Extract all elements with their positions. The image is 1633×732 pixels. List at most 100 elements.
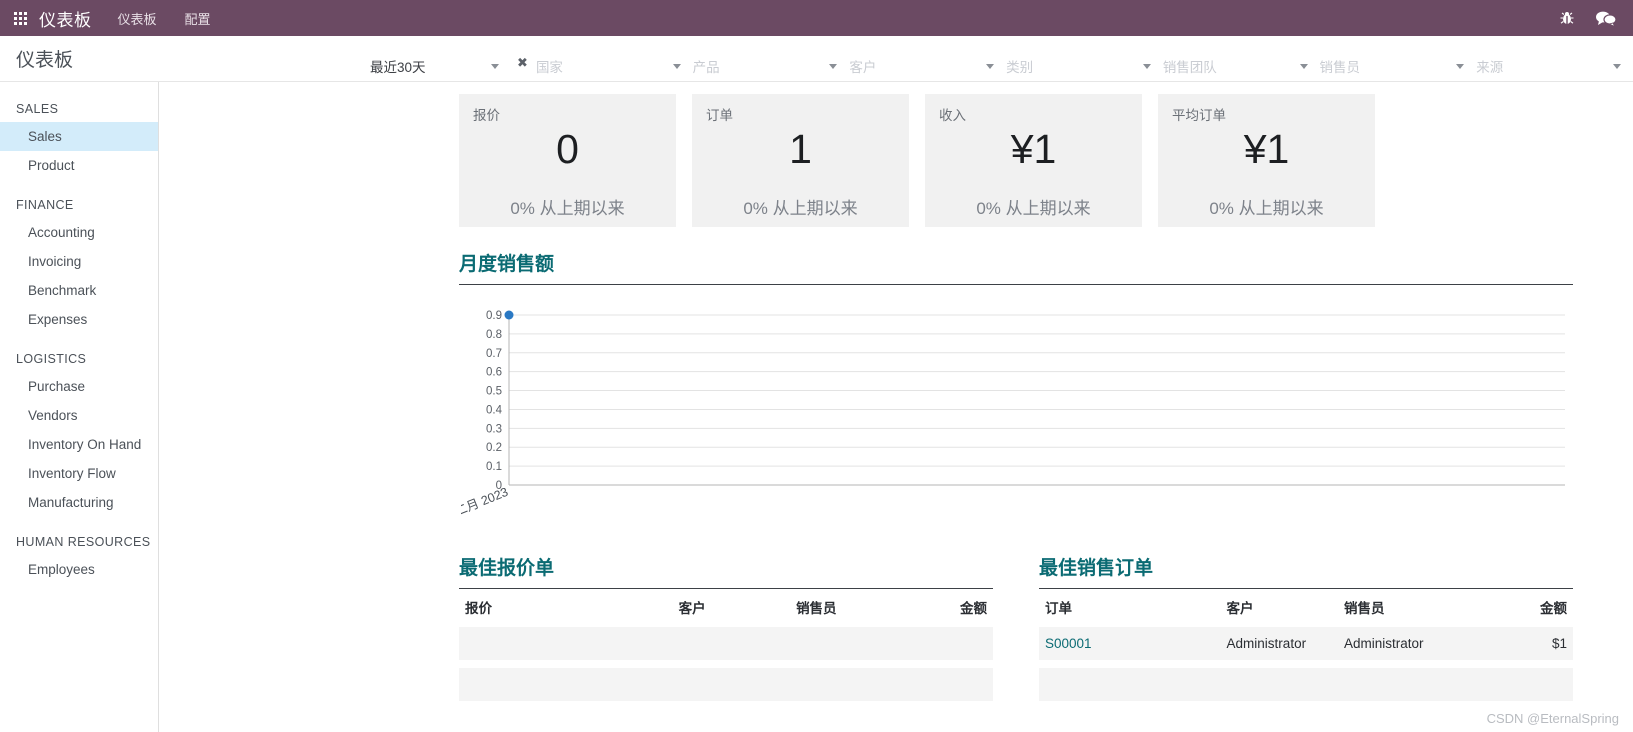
cell-salesperson: [1338, 668, 1488, 701]
table-row[interactable]: S00001 Administrator Administrator $1: [1039, 627, 1573, 660]
sidebar-item-benchmark[interactable]: Benchmark: [0, 276, 158, 305]
chart-section-rule: [459, 284, 1573, 285]
table-row[interactable]: [459, 668, 993, 701]
nav-item-dashboard[interactable]: 仪表板: [118, 9, 157, 28]
sidebar-divider: [0, 180, 158, 194]
sidebar-item-product[interactable]: Product: [0, 151, 158, 180]
chart-canvas[interactable]: 00.10.20.30.40.50.60.70.80.9二月 2023: [461, 301, 1571, 531]
sidebar-item-accounting[interactable]: Accounting: [0, 218, 158, 247]
sidebar-group-title-finance: FINANCE: [16, 198, 74, 212]
chevron-down-icon[interactable]: [986, 63, 995, 69]
svg-text:0.5: 0.5: [486, 386, 502, 398]
quotations-table-body: [459, 627, 993, 701]
filter-customer[interactable]: 客户: [849, 52, 995, 81]
filter-product-placeholder: 产品: [692, 60, 720, 75]
filter-salesperson[interactable]: 销售员: [1319, 52, 1465, 81]
apps-grid-icon[interactable]: [14, 11, 27, 25]
svg-text:0.9: 0.9: [486, 310, 502, 322]
col-quotation[interactable]: 报价: [459, 588, 673, 627]
col-order[interactable]: 订单: [1039, 588, 1221, 627]
table-row-spacer: [1039, 660, 1573, 668]
orders-table: 订单 客户 销售员 金额 S00001 Administrator Admini…: [1039, 588, 1573, 701]
sidebar-item-manufacturing[interactable]: Manufacturing: [0, 488, 158, 517]
sidebar-item-expenses[interactable]: Expenses: [0, 305, 158, 334]
filter-category[interactable]: 类别: [1006, 52, 1151, 81]
filter-sales-team[interactable]: 销售团队: [1162, 52, 1308, 81]
kpi-revenue-delta: 0% 从上期以来: [976, 199, 1091, 218]
svg-text:0.1: 0.1: [486, 461, 502, 473]
svg-text:0.7: 0.7: [486, 348, 502, 360]
kpi-quotations-label: 报价: [473, 108, 500, 123]
kpi-average-order[interactable]: 平均订单 ¥1 0% 从上期以来: [1158, 94, 1375, 227]
cell-amount: [907, 668, 993, 701]
kpi-average-order-delta: 0% 从上期以来: [1209, 199, 1324, 218]
chevron-down-icon[interactable]: [1456, 63, 1465, 69]
chevron-down-icon[interactable]: [491, 63, 500, 69]
col-salesperson[interactable]: 销售员: [790, 588, 908, 627]
col-customer[interactable]: 客户: [1220, 588, 1339, 627]
quotations-table: 报价 客户 销售员 金额: [459, 588, 993, 701]
chevron-down-icon[interactable]: [1612, 63, 1621, 69]
chevron-down-icon[interactable]: [1142, 63, 1151, 69]
chevron-down-icon[interactable]: [829, 63, 838, 69]
cell-customer: Administrator: [1220, 627, 1339, 660]
cell-salesperson: Administrator: [1338, 627, 1488, 660]
filter-source[interactable]: 来源: [1476, 52, 1621, 81]
sidebar: SALES Sales Product FINANCE Accounting I…: [0, 82, 159, 732]
monthly-sales-chart[interactable]: 0 0.1 0.2 0.3 0.4 0.5 0.6 0.7 0.8 0.9 二月 2023: [459, 301, 1573, 531]
kpi-revenue-value: ¥1: [1010, 126, 1057, 172]
sidebar-item-inventory-on-hand[interactable]: Inventory On Hand: [0, 430, 158, 459]
filter-customer-placeholder: 客户: [849, 60, 877, 75]
orders-table-title: 最佳销售订单: [1039, 558, 1154, 579]
kpi-quotations[interactable]: 报价 0 0% 从上期以来: [459, 94, 676, 227]
clear-date-filter-icon[interactable]: ✖: [517, 55, 528, 71]
sidebar-item-vendors[interactable]: Vendors: [0, 401, 158, 430]
nav-item-configuration[interactable]: 配置: [185, 9, 211, 28]
col-customer[interactable]: 客户: [672, 588, 791, 627]
kpi-row: 报价 0 0% 从上期以来 订单 1 0% 从上期以来 收入 ¥1 0% 从上期…: [159, 82, 1633, 227]
table-row[interactable]: [459, 627, 993, 660]
chevron-down-icon[interactable]: [672, 63, 681, 69]
filter-date-range[interactable]: 最近30天: [370, 52, 500, 81]
svg-text:二月 2023: 二月 2023: [461, 485, 510, 519]
tables-row: 最佳报价单 报价 客户 销售员 金额 最佳销售订单 订单 客户 销售员 金额 S…: [159, 531, 1633, 701]
cell-order[interactable]: S00001: [1039, 627, 1221, 660]
col-salesperson[interactable]: 销售员: [1338, 588, 1488, 627]
chevron-down-icon[interactable]: [1299, 63, 1308, 69]
brand-title[interactable]: 仪表板: [39, 6, 92, 31]
svg-text:0.6: 0.6: [486, 367, 502, 379]
orders-table-body: S00001 Administrator Administrator $1: [1039, 627, 1573, 701]
cell-quotation: [459, 627, 673, 660]
filter-category-placeholder: 类别: [1006, 60, 1034, 75]
filter-salesperson-placeholder: 销售员: [1319, 60, 1361, 75]
sidebar-item-invoicing[interactable]: Invoicing: [0, 247, 158, 276]
sidebar-item-purchase[interactable]: Purchase: [0, 372, 158, 401]
filter-country-placeholder: 国家: [535, 60, 563, 75]
sidebar-item-sales[interactable]: Sales: [0, 122, 158, 151]
filter-country[interactable]: 国家: [535, 52, 681, 81]
table-row[interactable]: [1039, 668, 1573, 701]
dashboard-content: 报价 0 0% 从上期以来 订单 1 0% 从上期以来 收入 ¥1 0% 从上期…: [159, 82, 1633, 701]
kpi-quotations-delta: 0% 从上期以来: [510, 199, 625, 218]
navbar-right-group: [1559, 9, 1623, 27]
kpi-orders-delta: 0% 从上期以来: [743, 199, 858, 218]
kpi-orders-label: 订单: [706, 108, 733, 123]
cell-customer: [672, 668, 791, 701]
best-sales-orders-block: 最佳销售订单 订单 客户 销售员 金额 S00001 Administrator…: [1039, 531, 1573, 701]
kpi-average-order-label: 平均订单: [1172, 108, 1226, 123]
control-panel: 仪表板 最近30天 ✖ 国家 产品 客户 类别 销售团队 销售员 来源: [0, 36, 1633, 82]
bug-icon[interactable]: [1559, 10, 1575, 26]
top-navbar: 仪表板 仪表板 配置: [0, 0, 1633, 36]
kpi-orders[interactable]: 订单 1 0% 从上期以来: [692, 94, 909, 227]
col-amount[interactable]: 金额: [907, 588, 993, 627]
sidebar-item-inventory-flow[interactable]: Inventory Flow: [0, 459, 158, 488]
sidebar-item-employees[interactable]: Employees: [0, 555, 158, 584]
kpi-revenue[interactable]: 收入 ¥1 0% 从上期以来: [925, 94, 1142, 227]
col-amount[interactable]: 金额: [1487, 588, 1573, 627]
sidebar-group-title-human-resources: HUMAN RESOURCES: [16, 535, 151, 549]
kpi-average-order-value: ¥1: [1243, 126, 1290, 172]
filter-bar: 最近30天 ✖ 国家 产品 客户 类别 销售团队 销售员 来源: [370, 36, 1633, 81]
messages-icon[interactable]: [1595, 9, 1617, 27]
best-quotations-block: 最佳报价单 报价 客户 销售员 金额: [459, 531, 993, 701]
filter-product[interactable]: 产品: [692, 52, 838, 81]
